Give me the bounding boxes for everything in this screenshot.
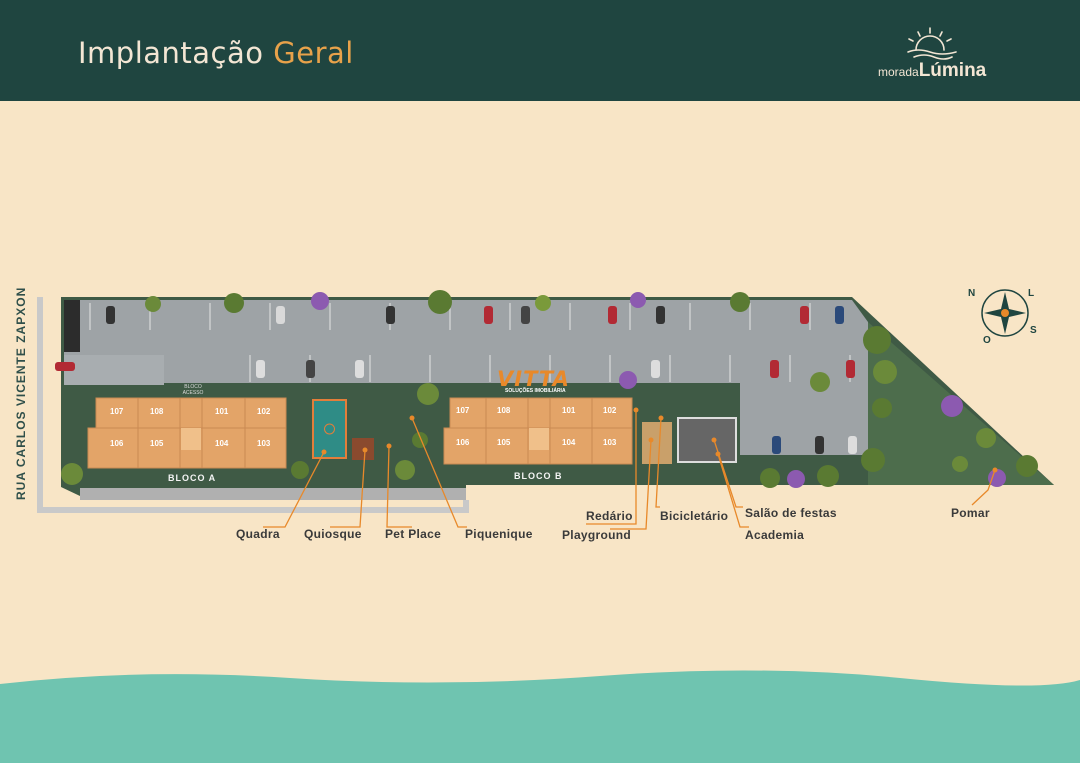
unit-a-105: 105 — [150, 439, 163, 448]
compass-o: O — [983, 335, 991, 346]
playground-area — [642, 422, 672, 464]
entrance-road — [64, 355, 164, 385]
unit-a-107: 107 — [110, 407, 123, 416]
entrance-gate — [64, 300, 80, 352]
unit-a-104: 104 — [215, 439, 228, 448]
compass-l: L — [1028, 288, 1034, 299]
amenity-piquenique: Piquenique — [465, 527, 533, 541]
front-walkway — [80, 488, 466, 500]
unit-b-102: 102 — [603, 406, 616, 415]
amenity-academia: Academia — [745, 528, 804, 542]
unit-a-102: 102 — [257, 407, 270, 416]
watermark-tagline: SOLUÇÕES IMOBILIÁRIA — [505, 388, 566, 394]
unit-a-103: 103 — [257, 439, 270, 448]
party-hall — [678, 418, 736, 462]
parking-area — [64, 300, 868, 383]
amenity-pet-place: Pet Place — [385, 527, 441, 541]
amenity-salao-de-festas: Salão de festas — [745, 506, 837, 520]
unit-b-108: 108 — [497, 406, 510, 415]
unit-b-107: 107 — [456, 406, 469, 415]
unit-b-106: 106 — [456, 438, 469, 447]
amenity-bicicletario: Bicicletário — [660, 509, 728, 523]
bloco-a-label: BLOCO A — [168, 473, 216, 483]
unit-a-101: 101 — [215, 407, 228, 416]
unit-b-101: 101 — [562, 406, 575, 415]
unit-b-103: 103 — [603, 438, 616, 447]
compass-n: N — [968, 288, 976, 299]
bloco-acesso-label: BLOCO ACESSO — [178, 384, 208, 396]
amenity-playground: Playground — [562, 528, 631, 542]
amenity-pomar: Pomar — [951, 506, 990, 520]
sea-wave — [0, 670, 1080, 763]
unit-b-104: 104 — [562, 438, 575, 447]
street-name: RUA CARLOS VICENTE ZAPXON — [14, 287, 28, 500]
bloco-b-label: BLOCO B — [514, 471, 563, 481]
amenity-quiosque: Quiosque — [304, 527, 362, 541]
compass-s: S — [1030, 325, 1037, 336]
amenity-redario: Redário — [586, 509, 633, 523]
compass-icon — [982, 290, 1028, 336]
unit-a-108: 108 — [150, 407, 163, 416]
unit-b-105: 105 — [497, 438, 510, 447]
unit-a-106: 106 — [110, 439, 123, 448]
court — [313, 400, 346, 458]
amenity-quadra: Quadra — [236, 527, 280, 541]
